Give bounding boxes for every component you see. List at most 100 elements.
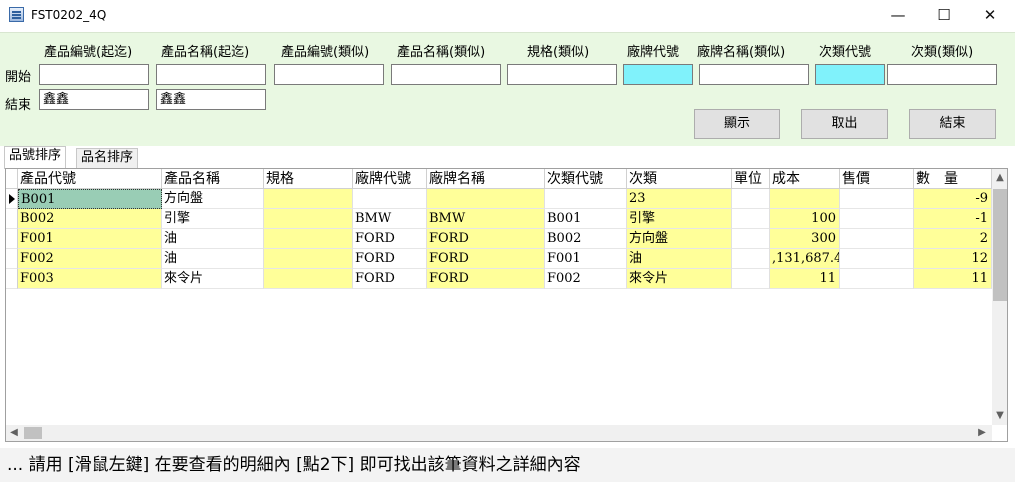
cell-subcat-code[interactable]: F001 [545,249,627,269]
cell-unit[interactable] [732,249,770,269]
scroll-left-icon[interactable]: ◀ [6,426,22,440]
subcategory-like-field[interactable] [887,64,997,85]
cell-unit[interactable] [732,229,770,249]
product-code-start-field[interactable] [39,64,149,85]
cell-brand-code[interactable]: FORD [353,229,427,249]
cell-brand-name[interactable]: FORD [427,229,545,249]
column-header-price[interactable]: 售價 [840,169,914,189]
column-header-qty[interactable]: 數 量 [914,169,992,189]
cell-qty[interactable]: 2 [914,229,992,249]
cancel-button[interactable]: 取出 [801,109,888,139]
cell-subcat[interactable]: 23 [627,189,732,209]
cell-brand-name[interactable]: BMW [427,209,545,229]
label-brand-name-like: 廠牌名稱(類似) [697,45,786,60]
tab-sort-by-code[interactable]: 品號排序 [4,146,67,169]
cell-cost[interactable]: 100 [770,209,840,229]
cell-qty[interactable]: -9 [914,189,992,209]
cell-code[interactable]: B001 [18,189,162,209]
cell-subcat[interactable]: 方向盤 [627,229,732,249]
cell-name[interactable]: 來令片 [162,269,264,289]
cell-price[interactable] [840,189,914,209]
row-header[interactable] [6,249,18,269]
product-code-end-field[interactable]: 鑫鑫 [39,89,149,110]
cell-name[interactable]: 引擎 [162,209,264,229]
cell-unit[interactable] [732,269,770,289]
cell-price[interactable] [840,209,914,229]
cell-brand-code[interactable] [353,189,427,209]
product-name-start-field[interactable] [156,64,266,85]
product-code-like-field[interactable] [274,64,384,85]
cell-subcat[interactable]: 來令片 [627,269,732,289]
column-header-brand-name[interactable]: 廠牌名稱 [427,169,545,189]
column-header-unit[interactable]: 單位 [732,169,770,189]
cell-spec[interactable] [264,229,353,249]
cell-spec[interactable] [264,209,353,229]
cell-spec[interactable] [264,189,353,209]
row-header[interactable] [6,229,18,249]
cell-spec[interactable] [264,249,353,269]
column-header-spec[interactable]: 規格 [264,169,353,189]
horizontal-scroll-thumb[interactable] [24,427,42,439]
close-button[interactable]: ✕ [967,0,1013,31]
column-header-name[interactable]: 產品名稱 [162,169,264,189]
cell-subcat-code[interactable] [545,189,627,209]
cell-spec[interactable] [264,269,353,289]
cell-brand-code[interactable]: FORD [353,269,427,289]
row-header[interactable] [6,269,18,289]
column-header-code[interactable]: 產品代號 [18,169,162,189]
brand-code-field[interactable] [623,64,693,85]
cell-subcat-code[interactable]: B002 [545,229,627,249]
cell-brand-name[interactable] [427,189,545,209]
cell-unit[interactable] [732,189,770,209]
cell-qty[interactable]: 11 [914,269,992,289]
exit-button[interactable]: 結束 [909,109,996,139]
tab-sort-by-name[interactable]: 品名排序 [76,148,139,168]
cell-brand-code[interactable]: BMW [353,209,427,229]
cell-subcat[interactable]: 油 [627,249,732,269]
row-header[interactable] [6,209,18,229]
maximize-button[interactable]: ☐ [921,0,967,31]
column-header-subcat-code[interactable]: 次類代號 [545,169,627,189]
cell-name[interactable]: 油 [162,229,264,249]
product-name-end-field[interactable]: 鑫鑫 [156,89,266,110]
column-header-brand-code[interactable]: 廠牌代號 [353,169,427,189]
cell-name[interactable]: 油 [162,249,264,269]
cell-brand-name[interactable]: FORD [427,249,545,269]
cell-code[interactable]: F003 [18,269,162,289]
row-header[interactable] [6,189,18,209]
cell-price[interactable] [840,249,914,269]
scroll-up-icon[interactable]: ▲ [992,171,1007,185]
cell-cost[interactable]: 11 [770,269,840,289]
column-header-cost[interactable]: 成本 [770,169,840,189]
cell-cost[interactable] [770,189,840,209]
cell-price[interactable] [840,269,914,289]
vertical-scrollbar[interactable]: ▲ ▼ [992,169,1007,425]
cell-subcat[interactable]: 引擎 [627,209,732,229]
minimize-button[interactable]: — [875,0,921,31]
column-header-subcat[interactable]: 次類 [627,169,732,189]
brand-name-like-field[interactable] [699,64,809,85]
cell-qty[interactable]: 12 [914,249,992,269]
subcategory-code-field[interactable] [815,64,885,85]
cell-price[interactable] [840,229,914,249]
cell-code[interactable]: F002 [18,249,162,269]
cell-name[interactable]: 方向盤 [162,189,264,209]
cell-brand-code[interactable]: FORD [353,249,427,269]
horizontal-scrollbar[interactable]: ◀ ▶ [6,425,992,441]
product-grid[interactable]: 產品代號 產品名稱 規格 廠牌代號 廠牌名稱 次類代號 次類 單位 成本 售價數 量 B001 方向盤… [5,168,1008,442]
vertical-scroll-thumb[interactable] [993,189,1007,301]
cell-brand-name[interactable]: FORD [427,269,545,289]
cell-code[interactable]: F001 [18,229,162,249]
cell-subcat-code[interactable]: B001 [545,209,627,229]
cell-cost[interactable]: ,131,687.42 [770,249,840,269]
cell-qty[interactable]: -1 [914,209,992,229]
cell-code[interactable]: B002 [18,209,162,229]
scroll-down-icon[interactable]: ▼ [992,409,1007,423]
show-button[interactable]: 顯示 [694,109,780,139]
product-name-like-field[interactable] [391,64,501,85]
cell-subcat-code[interactable]: F002 [545,269,627,289]
spec-like-field[interactable] [507,64,617,85]
scroll-right-icon[interactable]: ▶ [974,426,990,440]
cell-unit[interactable] [732,209,770,229]
cell-cost[interactable]: 300 [770,229,840,249]
